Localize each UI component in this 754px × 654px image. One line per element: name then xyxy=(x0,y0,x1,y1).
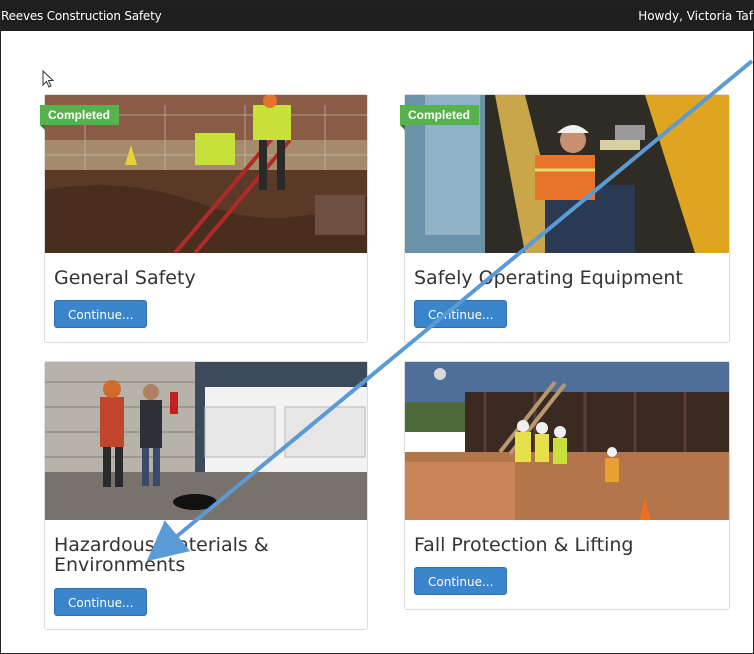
continue-button[interactable]: Continue... xyxy=(54,300,148,328)
top-bar: Reeves Construction Safety Howdy, Victor… xyxy=(1,1,753,31)
mouse-pointer-icon xyxy=(42,70,55,88)
course-card-hazardous-materials: Hazardous Materials & Environments Conti… xyxy=(44,361,368,630)
course-title: General Safety xyxy=(54,267,196,289)
course-photo-fall-protection xyxy=(405,362,729,520)
continue-button[interactable]: Continue... xyxy=(54,588,148,616)
completed-badge: Completed xyxy=(400,105,480,130)
app-frame: Reeves Construction Safety Howdy, Victor… xyxy=(0,0,754,654)
course-photo-hazmat xyxy=(45,362,367,520)
course-title: Safely Operating Equipment xyxy=(414,267,683,289)
site-title[interactable]: Reeves Construction Safety xyxy=(1,9,162,23)
course-card-safely-operating-equipment: Completed Safely Operating Equipment Con… xyxy=(400,94,730,343)
course-title: Fall Protection & Lifting xyxy=(414,534,634,556)
course-card-fall-protection: Fall Protection & Lifting Continue... xyxy=(404,361,730,610)
course-title-line-1: Hazardous Materials & xyxy=(54,534,269,556)
continue-button[interactable]: Continue... xyxy=(414,567,508,595)
completed-badge: Completed xyxy=(40,105,120,130)
user-greeting[interactable]: Howdy, Victoria Taf xyxy=(638,9,753,23)
continue-button[interactable]: Continue... xyxy=(414,300,508,328)
course-title-line-2: Environments xyxy=(54,554,186,576)
course-card-general-safety: Completed General Safety Continue... xyxy=(40,94,368,343)
